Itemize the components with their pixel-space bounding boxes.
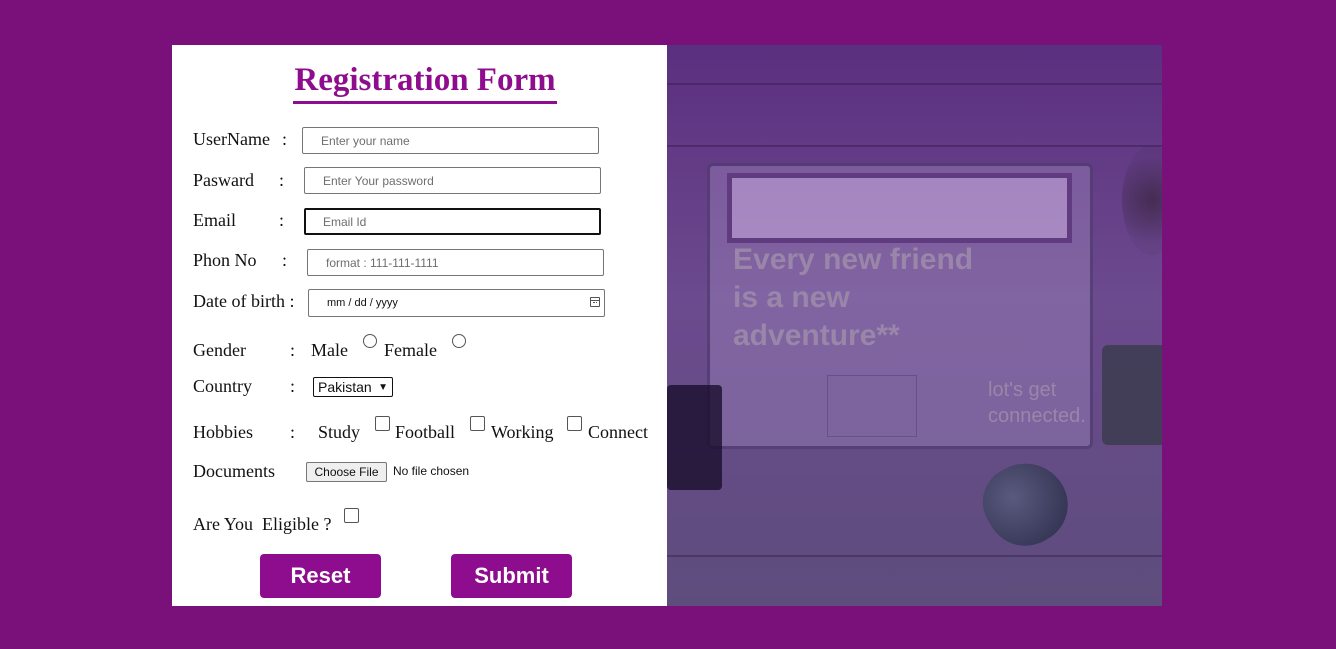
phone-label: Phon No — [193, 250, 257, 270]
country-colon: : — [290, 376, 296, 396]
email-label: Email — [193, 210, 236, 230]
email-input[interactable] — [304, 208, 601, 235]
file-status: No file chosen — [393, 464, 470, 478]
plant-illustration — [1122, 145, 1162, 255]
hobby-working-label: Working — [491, 422, 554, 442]
desk-plank-line — [667, 145, 1162, 147]
phone-illustration — [667, 385, 722, 490]
registration-card: Registration Form UserName : Pasward : E… — [172, 45, 1162, 606]
submit-button[interactable]: Submit — [451, 554, 572, 598]
gender-label: Gender — [193, 340, 246, 360]
eligible-checkbox[interactable] — [344, 508, 359, 523]
hobby-working-checkbox[interactable] — [567, 416, 582, 431]
phone-colon: : — [282, 250, 288, 270]
gender-colon: : — [290, 340, 296, 360]
desk-plank-line — [667, 83, 1162, 85]
hero-quote: Every new friend is a new adventure** — [733, 243, 974, 352]
page-title: Registration Form — [293, 61, 557, 104]
gender-female-radio[interactable] — [452, 334, 466, 348]
dob-label: Date of birth : — [193, 291, 295, 311]
form-panel: Registration Form UserName : Pasward : E… — [172, 45, 667, 606]
hobbies-label: Hobbies — [193, 422, 253, 442]
hobby-football-checkbox[interactable] — [470, 416, 485, 431]
dob-placeholder: mm / dd / yyyy — [327, 297, 398, 309]
hobby-study-label: Study — [318, 422, 361, 442]
hobby-football-label: Football — [395, 422, 456, 442]
country-selected: Pakistan — [318, 379, 372, 395]
dob-input[interactable]: mm / dd / yyyy — [308, 289, 605, 317]
trackpad-illustration — [827, 375, 917, 437]
hero-image: Every new friend is a new adventure** lo… — [667, 45, 1162, 606]
camera-illustration — [1102, 345, 1162, 445]
password-input[interactable] — [304, 167, 601, 194]
username-input[interactable] — [302, 127, 599, 154]
gender-male-label: Male — [311, 340, 348, 360]
gender-male-radio[interactable] — [363, 334, 377, 348]
documents-label: Documents — [193, 461, 275, 481]
username-colon: : — [282, 129, 288, 149]
reset-button[interactable]: Reset — [260, 554, 381, 598]
email-colon: : — [279, 210, 285, 230]
eligible-label: Are You Eligible ? — [193, 514, 332, 534]
password-colon: : — [279, 170, 285, 190]
mouse-illustration — [969, 447, 1083, 561]
hero-subtext: lot's get connected. — [988, 379, 1086, 427]
laptop-screen-illustration — [727, 173, 1072, 243]
phone-input[interactable] — [307, 249, 604, 276]
chevron-down-icon: ▼ — [378, 382, 388, 393]
country-select[interactable]: Pakistan ▼ — [313, 377, 393, 397]
country-label: Country — [193, 376, 253, 396]
hobby-connect-label: Connect — [588, 422, 648, 442]
calendar-icon[interactable] — [590, 297, 600, 307]
username-label: UserName — [193, 129, 270, 149]
password-label: Pasward — [193, 170, 254, 190]
gender-female-label: Female — [384, 340, 437, 360]
hobby-study-checkbox[interactable] — [375, 416, 390, 431]
hobbies-colon: : — [290, 422, 296, 442]
choose-file-button[interactable]: Choose File — [306, 462, 387, 482]
desk-plank-line — [667, 555, 1162, 557]
